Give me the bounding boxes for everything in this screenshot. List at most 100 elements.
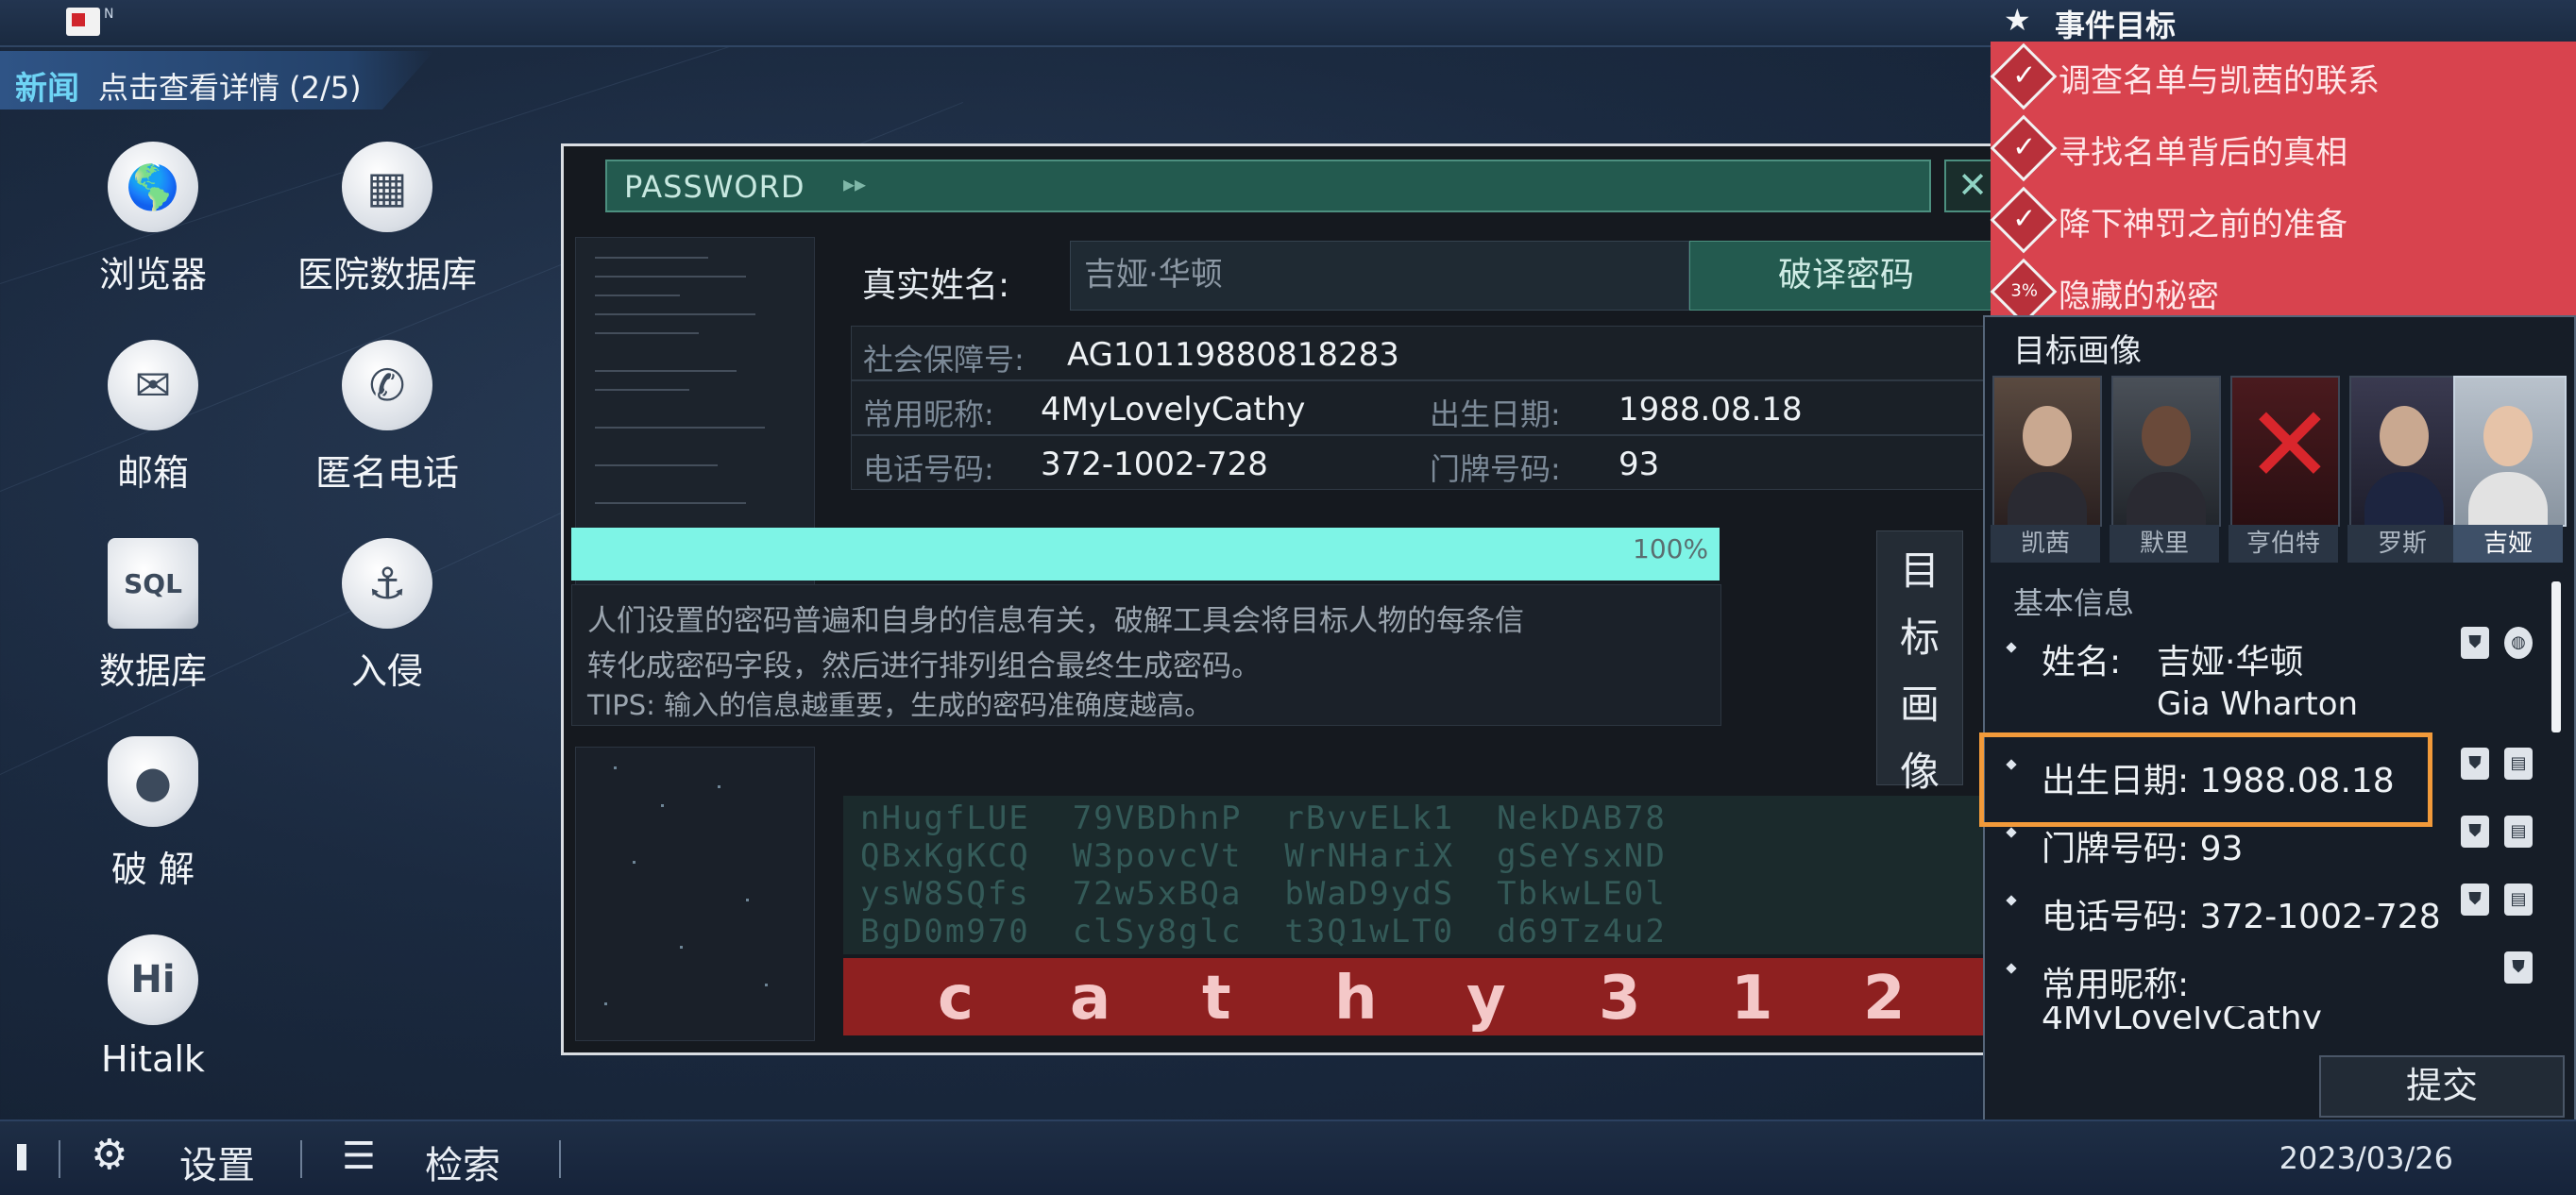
- desktop-icon-label: 入侵: [350, 650, 423, 692]
- code-dot: [614, 766, 617, 769]
- document-icon[interactable]: ▤: [2504, 816, 2533, 848]
- phone-info[interactable]: 电话号码: 372-1002-728: [2042, 889, 2441, 938]
- portrait-murray[interactable]: [2111, 376, 2221, 527]
- check-icon: ✓: [1990, 186, 2058, 254]
- password-char: a: [1070, 964, 1111, 1034]
- bullet-icon: [2006, 642, 2017, 653]
- phone-house-row[interactable]: 电话号码: 372-1002-728 门牌号码: 93: [851, 435, 2001, 490]
- code-dot: [680, 946, 683, 949]
- password-matrix: nHugfLUE 79VBDhnP rBvvELk1 NekDAB78 QBxK…: [843, 796, 1991, 954]
- dob-info[interactable]: 出生日期: 1988.08.18: [2042, 753, 2395, 802]
- objective-text: 降下神罚之前的准备: [2059, 206, 2347, 244]
- password-char: c: [938, 964, 974, 1034]
- shield-icon[interactable]: ⛊: [2461, 748, 2489, 780]
- shield-icon[interactable]: ⛊: [2461, 627, 2489, 659]
- nickname-clip: 4MyLovelyCathy: [1985, 1006, 2570, 1029]
- side-tab-char: 像: [1899, 749, 1940, 795]
- password-char: h: [1334, 964, 1378, 1034]
- nickname-info-value: 4MyLovelyCathy: [2042, 1006, 2322, 1029]
- nickname-dob-row[interactable]: 常用昵称: 4MyLovelyCathy 出生日期: 1988.08.18: [851, 380, 2001, 435]
- side-tab-char: 目: [1899, 547, 1940, 594]
- bottom-taskbar: ⚙ 设置 ☰ 检索 2023/03/26: [0, 1119, 2576, 1195]
- matrix-row: BgD0m970 clSy8glc t3Q1wLT0 d69Tz4u2: [860, 913, 1667, 951]
- portrait-ross[interactable]: [2349, 376, 2459, 527]
- document-icon[interactable]: ▤: [2504, 748, 2533, 780]
- gear-icon[interactable]: ⚙: [91, 1131, 127, 1179]
- matrix-row: nHugfLUE 79VBDhnP rBvvELk1 NekDAB78: [860, 799, 1667, 837]
- bullet-icon: [2006, 895, 2017, 906]
- lock-icon: ●: [108, 736, 198, 827]
- crack-password-button[interactable]: 破译密码: [1689, 241, 2003, 311]
- portrait-gia[interactable]: [2453, 376, 2567, 527]
- ssn-row[interactable]: 社会保障号: AG10119880818283: [851, 326, 2001, 380]
- desktop-icon-browser[interactable]: 🌎 浏览器: [40, 142, 266, 297]
- portrait-name[interactable]: 罗斯: [2347, 525, 2457, 563]
- portrait-name[interactable]: 亨伯特: [2229, 525, 2338, 563]
- document-icon[interactable]: ▤: [2504, 884, 2533, 916]
- nickname-info-label[interactable]: 常用昵称:: [2042, 957, 2189, 1006]
- code-line: [595, 502, 746, 504]
- objective-text: 隐藏的秘密: [2059, 278, 2219, 315]
- list-search-icon[interactable]: ☰: [342, 1135, 376, 1178]
- shield-icon[interactable]: ⛊: [2461, 816, 2489, 848]
- shield-icon[interactable]: ⛊: [2461, 884, 2489, 916]
- code-line: [595, 313, 755, 315]
- settings-button[interactable]: 设置: [179, 1135, 255, 1189]
- eliminated-x-icon: ✕: [2246, 384, 2334, 507]
- portrait-name-selected[interactable]: 吉娅: [2453, 525, 2563, 563]
- portrait-face: [2142, 406, 2191, 466]
- bullet-icon: [2006, 963, 2017, 974]
- description-line: 人们设置的密码普遍和自身的信息有关，破解工具会将目标人物的每条信: [587, 604, 1524, 638]
- code-line: [595, 389, 689, 391]
- desktop-icon-hospital-db[interactable]: ▦ 医院数据库: [274, 142, 500, 297]
- portrait-kathy[interactable]: [1992, 376, 2102, 527]
- portrait-body: [2127, 472, 2206, 525]
- target-profile-panel: 目标画像 凯茜 默里 ✕ 亨伯特 罗斯 吉娅 基本信息 姓名: 吉娅·华顿 Gi…: [1979, 315, 2576, 1127]
- shield-icon[interactable]: ⛊: [2504, 951, 2533, 984]
- desktop-icon-label: 数据库: [98, 650, 207, 692]
- portrait-humbert[interactable]: ✕: [2230, 376, 2340, 527]
- house-info[interactable]: 门牌号码: 93: [2042, 821, 2243, 870]
- desktop-icon-mail[interactable]: ✉ 邮箱: [40, 340, 266, 496]
- objective-item[interactable]: ✓ 寻找名单背后的真相: [1990, 114, 2557, 189]
- crack-description: 人们设置的密码普遍和自身的信息有关，破解工具会将目标人物的每条信 转化成密码字段…: [571, 584, 1721, 726]
- password-window-header: PASSWORD ▸▸: [605, 160, 1931, 212]
- search-button[interactable]: 检索: [425, 1135, 500, 1189]
- code-dot: [765, 984, 768, 986]
- dob-value: 1988.08.18: [1618, 391, 1803, 429]
- password-char: y: [1466, 964, 1506, 1034]
- play-arrows-icon: ▸▸: [843, 171, 867, 197]
- news-banner[interactable]: 新闻 点击查看详情 (2/5): [0, 51, 434, 109]
- desktop-icon-intrude[interactable]: ⚓ 入侵: [274, 538, 500, 694]
- objective-item[interactable]: ✓ 降下神罚之前的准备: [1990, 186, 2557, 261]
- desktop-icon-database[interactable]: SQL 数据库: [40, 538, 266, 694]
- crack-progress-text: 100%: [1633, 533, 1709, 564]
- globe-small-icon[interactable]: ◍: [2504, 627, 2533, 659]
- description-line: 转化成密码字段，然后进行排列组合最终生成密码。: [587, 649, 1261, 683]
- phone-label: 电话号码:: [863, 451, 994, 487]
- tips-line: TIPS: 输入的信息越重要，生成的密码准确度越高。: [587, 689, 1212, 721]
- portrait-name[interactable]: 凯茜: [1991, 525, 2100, 563]
- divider: [559, 1140, 561, 1178]
- objective-item[interactable]: ✓ 调查名单与凯茜的联系: [1990, 42, 2557, 117]
- news-text: 点击查看详情 (2/5): [98, 70, 362, 106]
- taskbar-handle-icon[interactable]: [17, 1144, 26, 1170]
- portrait-name[interactable]: 默里: [2110, 525, 2219, 563]
- target-profile-title: 目标画像: [2013, 332, 2142, 370]
- desktop-icon-anon-phone[interactable]: ✆ 匿名电话: [274, 340, 500, 496]
- desktop-icon-crack[interactable]: ● 破 解: [40, 736, 266, 892]
- password-char: 2: [1863, 964, 1906, 1034]
- phone-icon: ✆: [342, 340, 432, 430]
- basic-info-title: 基本信息: [2013, 585, 2135, 621]
- code-line: [595, 276, 746, 278]
- real-name-input[interactable]: 吉娅·华顿: [1070, 241, 1689, 311]
- submit-button[interactable]: 提交: [2319, 1055, 2565, 1118]
- info-scrollbar[interactable]: [2551, 581, 2561, 732]
- app-logo-icon[interactable]: [66, 8, 100, 36]
- code-line: [595, 464, 718, 466]
- code-dot: [718, 785, 720, 788]
- ssn-value: AG10119880818283: [1067, 336, 1399, 374]
- desktop-icon-label: 医院数据库: [297, 254, 477, 295]
- desktop-icon-hitalk[interactable]: Hi Hitalk: [40, 934, 266, 1080]
- target-portrait-tab[interactable]: 目 标 画 像: [1876, 530, 1963, 795]
